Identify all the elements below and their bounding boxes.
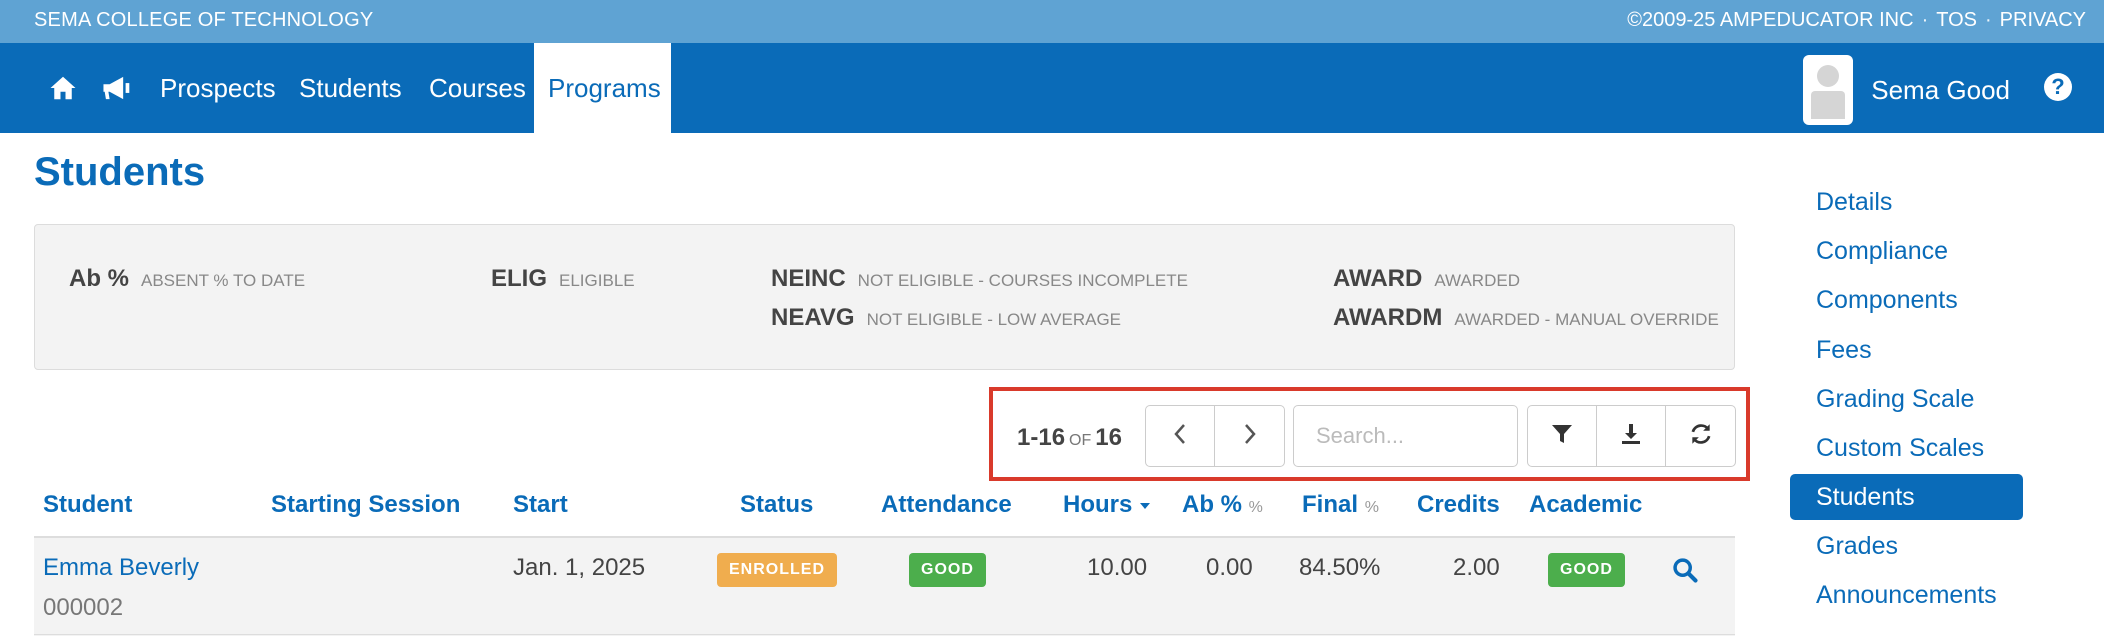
student-id: 000002 [43,594,124,621]
sidebar-item-fees[interactable]: Fees [1790,327,2023,373]
nav-courses[interactable]: Courses [415,43,540,133]
top-links: ©2009-25 AMPEDUCATOR INC · TOS · PRIVACY [1627,9,2086,32]
legend-item: AWARD AWARDED [1333,265,1520,293]
download-button[interactable] [1597,406,1666,466]
tos-link[interactable]: TOS [1936,9,1977,32]
col-ab[interactable]: Ab % % [1182,491,1263,519]
search-input[interactable] [1293,405,1518,467]
final-value: 84.50% [1299,554,1381,581]
chevron-left-icon [1171,422,1189,451]
col-student[interactable]: Student [43,491,132,519]
col-academic[interactable]: Academic [1529,491,1642,519]
sidebar-item-components[interactable]: Components [1790,277,2023,323]
refresh-button[interactable] [1666,406,1735,466]
legend-code: Ab % [69,265,129,292]
user-menu[interactable]: Sema Good [1803,55,2010,125]
legend-code: NEINC [771,265,846,292]
nav-programs[interactable]: Programs [534,43,671,133]
separator: · [1921,9,1929,31]
sidebar-item-compliance[interactable]: Compliance [1790,228,2023,274]
hours-value: 10.00 [1087,554,1148,581]
legend-item: ELIG ELIGIBLE [491,265,635,293]
legend-code: AWARD [1333,265,1423,292]
pager-count: 1-16 OF 16 [1017,424,1122,452]
filter-icon [1550,422,1574,451]
legend-desc: AWARDED - MANUAL OVERRIDE [1454,310,1719,329]
student-name-link[interactable]: Emma Beverly [43,554,199,582]
row-divider [34,634,1735,635]
home-icon[interactable] [43,69,83,107]
download-icon [1619,422,1643,451]
col-final-label: Final [1302,491,1359,518]
user-name: Sema Good [1871,74,2010,105]
col-credits[interactable]: Credits [1417,491,1500,519]
academic-badge: GOOD [1548,553,1625,587]
legend-item: NEAVG NOT ELIGIBLE - LOW AVERAGE [771,304,1121,332]
copyright: ©2009-25 AMPEDUCATOR INC [1627,9,1914,31]
refresh-icon [1688,421,1714,452]
legend-item: AWARDM AWARDED - MANUAL OVERRIDE [1333,304,1719,332]
col-ab-label: Ab % [1182,491,1242,518]
pager-range: 1-16 [1017,424,1066,451]
privacy-link[interactable]: PRIVACY [2000,9,2086,32]
col-start[interactable]: Start [513,491,568,519]
help-icon[interactable]: ? [2044,73,2072,101]
table-row [34,538,1735,636]
main-nav: Prospects Students Courses Programs Sema… [0,43,2104,133]
chevron-right-icon [1241,422,1259,451]
sidebar-item-details[interactable]: Details [1790,179,2023,225]
attendance-badge: GOOD [909,553,986,587]
org-name: SEMA COLLEGE OF TECHNOLOGY [34,9,374,31]
search-icon[interactable] [1671,556,1699,589]
top-utility-bar: SEMA COLLEGE OF TECHNOLOGY ©2009-25 AMPE… [0,0,2104,43]
sidebar-item-students[interactable]: Students [1790,474,2023,520]
col-hours[interactable]: Hours [1063,491,1151,519]
page-title: Students [34,150,206,194]
pager-total: 16 [1095,424,1122,451]
credits-value: 2.00 [1453,554,1500,581]
prev-page-button[interactable] [1146,406,1215,466]
legend-item: NEINC NOT ELIGIBLE - COURSES INCOMPLETE [771,265,1188,293]
action-buttons [1527,405,1736,467]
status-badge: ENROLLED [717,553,837,587]
legend-panel: Ab % ABSENT % TO DATE ELIG ELIGIBLE NEIN… [34,224,1735,370]
pager-buttons [1145,405,1285,467]
megaphone-icon[interactable] [97,69,137,107]
legend-code: NEAVG [771,304,855,331]
col-attendance[interactable]: Attendance [881,491,1012,519]
sidebar-item-custom-scales[interactable]: Custom Scales [1790,425,2023,471]
sidebar-item-grading-scale[interactable]: Grading Scale [1790,376,2023,422]
pager-of: OF [1069,432,1092,449]
nav-prospects[interactable]: Prospects [146,43,290,133]
legend-desc: AWARDED [1434,271,1520,290]
start-date: Jan. 1, 2025 [513,554,646,581]
separator: · [1985,9,1992,31]
sidebar-item-grades[interactable]: Grades [1790,523,2023,569]
sort-down-icon [1139,491,1151,518]
legend-code: ELIG [491,265,548,292]
legend-desc: NOT ELIGIBLE - LOW AVERAGE [866,310,1122,329]
col-ab-unit: % [1248,499,1263,516]
filter-button[interactable] [1528,406,1597,466]
col-hours-label: Hours [1063,491,1133,518]
col-status[interactable]: Status [740,491,813,519]
legend-code: AWARDM [1333,304,1443,331]
sidebar-item-announcements[interactable]: Announcements [1790,572,2023,618]
col-final-unit: % [1364,499,1379,516]
next-page-button[interactable] [1215,406,1284,466]
legend-item: Ab % ABSENT % TO DATE [69,265,305,293]
legend-desc: NOT ELIGIBLE - COURSES INCOMPLETE [857,271,1188,290]
legend-desc: ABSENT % TO DATE [141,271,306,290]
nav-students[interactable]: Students [285,43,416,133]
col-starting-session[interactable]: Starting Session [271,491,460,519]
legend-desc: ELIGIBLE [559,271,635,290]
avatar [1803,55,1854,125]
ab-value: 0.00 [1206,554,1253,581]
col-final[interactable]: Final % [1302,491,1379,519]
